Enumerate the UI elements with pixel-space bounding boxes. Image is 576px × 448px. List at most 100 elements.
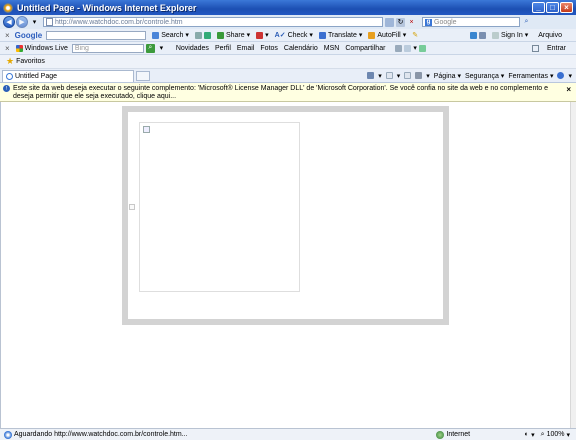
bookmark-live-icon bbox=[418, 44, 426, 52]
window-title: Untitled Page - Windows Internet Explore… bbox=[17, 2, 197, 13]
edit-icon bbox=[395, 44, 403, 52]
activex-frame bbox=[122, 106, 449, 325]
activex-control-area[interactable] bbox=[139, 122, 300, 292]
bing-search-button[interactable]: ⌕ bbox=[145, 43, 155, 53]
feeds-icon[interactable] bbox=[385, 72, 393, 79]
toolbar-extra-button[interactable]: ▾ bbox=[256, 31, 269, 39]
forward-button[interactable]: ▶ bbox=[16, 16, 28, 28]
live-link-novidades[interactable]: Novidades bbox=[176, 45, 209, 52]
page-content bbox=[0, 102, 570, 428]
toolbar-misc-buttons[interactable] bbox=[469, 31, 486, 39]
toolbar-icons-group[interactable] bbox=[194, 31, 211, 39]
entrar-button[interactable]: Entrar bbox=[547, 45, 566, 52]
favorites-star-icon: ★ bbox=[6, 56, 15, 66]
refresh-icon[interactable]: ↻ bbox=[396, 17, 405, 27]
tab-row: Untitled Page ▾ ▾ ▾ Página ▾ Segurança ▾… bbox=[0, 69, 576, 83]
google-search-icon: g bbox=[425, 18, 432, 26]
close-live-toolbar-icon[interactable]: × bbox=[5, 44, 10, 53]
navigation-bar: ◀ ▶ ▾ http://www.watchdoc.com.br/control… bbox=[0, 15, 576, 29]
favorites-button[interactable]: Favoritos bbox=[16, 58, 45, 65]
placeholder-object-icon bbox=[129, 204, 135, 210]
back-button[interactable]: ◀ bbox=[3, 16, 15, 28]
live-tools-icons[interactable]: ▾ bbox=[395, 44, 426, 52]
close-window-button[interactable]: × bbox=[560, 2, 573, 13]
compatibility-view-icon[interactable] bbox=[385, 17, 394, 27]
autofill-icon bbox=[368, 31, 376, 39]
live-link-perfil[interactable]: Perfil bbox=[215, 45, 231, 52]
news-icon bbox=[194, 31, 202, 39]
info-shield-icon: ! bbox=[3, 85, 10, 92]
security-zone[interactable]: Internet bbox=[436, 430, 470, 439]
toolbar-autofill-button[interactable]: AutoFill ▾ bbox=[368, 31, 406, 39]
page-icon bbox=[46, 18, 53, 26]
address-bar[interactable]: http://www.watchdoc.com.br/controle.htm bbox=[43, 17, 383, 27]
search-box[interactable]: g Google bbox=[422, 17, 520, 27]
toolbar-translate-button[interactable]: Translate ▾ bbox=[318, 31, 362, 39]
zoom-control[interactable]: ⌕ 100% ▾ bbox=[541, 431, 570, 439]
live-checkbox[interactable] bbox=[531, 44, 539, 52]
help-icon[interactable] bbox=[557, 72, 565, 79]
spellcheck-icon: A✓ bbox=[274, 32, 286, 39]
seguranca-menu[interactable]: Segurança ▾ bbox=[465, 72, 504, 80]
user-icon bbox=[491, 31, 499, 39]
zoom-magnifier-icon: ⌕ bbox=[540, 430, 545, 438]
protected-mode-icon[interactable]: ◐ bbox=[522, 430, 531, 439]
information-bar[interactable]: ! Este site da web deseja executar o seg… bbox=[0, 83, 576, 102]
window-controls: _ □ × bbox=[532, 2, 573, 13]
layout-icon bbox=[404, 44, 412, 52]
tab-untitled-page[interactable]: Untitled Page bbox=[2, 69, 134, 82]
windows-flag-icon bbox=[15, 44, 23, 52]
search-placeholder: Google bbox=[434, 18, 457, 26]
infobar-close-icon[interactable]: × bbox=[566, 85, 571, 94]
stop-icon[interactable]: × bbox=[407, 18, 416, 27]
minimize-button[interactable]: _ bbox=[532, 2, 545, 13]
internet-globe-icon bbox=[436, 430, 445, 439]
infobar-message: Este site da web deseja executar o segui… bbox=[13, 85, 549, 100]
live-link-fotos[interactable]: Fotos bbox=[260, 45, 278, 52]
toolbar-share-button[interactable]: Share ▾ bbox=[216, 31, 250, 39]
close-toolbar-icon[interactable]: × bbox=[5, 31, 10, 40]
shield-icon bbox=[469, 31, 477, 39]
tab-page-icon bbox=[6, 72, 13, 80]
live-link-compartilhar[interactable]: Compartilhar bbox=[345, 45, 385, 52]
pagina-menu[interactable]: Página ▾ bbox=[434, 72, 461, 80]
broken-image-icon bbox=[143, 126, 150, 133]
google-logo: Google bbox=[14, 30, 43, 40]
ferramentas-menu[interactable]: Ferramentas ▾ bbox=[508, 72, 553, 80]
share-icon bbox=[216, 31, 224, 39]
toolbar-check-button[interactable]: A✓ Check ▾ bbox=[274, 31, 313, 40]
ie-logo-icon bbox=[3, 2, 13, 13]
bookmark-icon bbox=[203, 31, 211, 39]
google-toolbar-search-input[interactable] bbox=[46, 30, 147, 40]
bing-search-input[interactable]: Bing bbox=[71, 43, 144, 53]
vertical-scrollbar[interactable] bbox=[570, 102, 576, 428]
history-dropdown-icon[interactable]: ▾ bbox=[30, 18, 39, 27]
windows-live-brand: Windows Live bbox=[15, 44, 68, 52]
search-go-icon[interactable]: ⌕ bbox=[522, 18, 531, 27]
checkbox-icon bbox=[531, 44, 539, 52]
live-link-email[interactable]: Email bbox=[237, 45, 255, 52]
loading-ie-icon bbox=[4, 430, 12, 439]
maximize-button[interactable]: □ bbox=[546, 2, 559, 13]
home-icon[interactable] bbox=[367, 72, 375, 79]
search-icon bbox=[152, 31, 160, 39]
pencil-icon[interactable]: ✎ bbox=[412, 31, 418, 39]
arquivo-menu[interactable]: Arquivo bbox=[538, 32, 562, 39]
mail-icon[interactable] bbox=[404, 72, 412, 79]
new-tab-button[interactable] bbox=[136, 70, 150, 81]
tab-title: Untitled Page bbox=[15, 72, 58, 80]
bing-dropdown-icon[interactable]: ▾ bbox=[157, 44, 166, 53]
toolbar-search-button[interactable]: Search ▾ bbox=[152, 31, 189, 39]
address-url: http://www.watchdoc.com.br/controle.htm bbox=[55, 18, 183, 26]
title-bar: Untitled Page - Windows Internet Explore… bbox=[0, 0, 576, 15]
favorites-bar: ★ Favoritos bbox=[0, 55, 576, 69]
status-bar: Aguardando http://www.watchdoc.com.br/co… bbox=[0, 428, 576, 440]
wrench-icon bbox=[478, 31, 486, 39]
sign-in-button[interactable]: Sign In ▾ bbox=[491, 31, 528, 39]
live-link-calendario[interactable]: Calendário bbox=[284, 45, 318, 52]
live-link-msn[interactable]: MSN bbox=[324, 45, 340, 52]
status-text: Aguardando http://www.watchdoc.com.br/co… bbox=[14, 431, 188, 438]
print-icon[interactable] bbox=[415, 72, 423, 79]
windows-live-toolbar: × Windows Live Bing ⌕ ▾ Novidades Perfil… bbox=[0, 42, 576, 55]
extra-icon bbox=[256, 31, 264, 39]
